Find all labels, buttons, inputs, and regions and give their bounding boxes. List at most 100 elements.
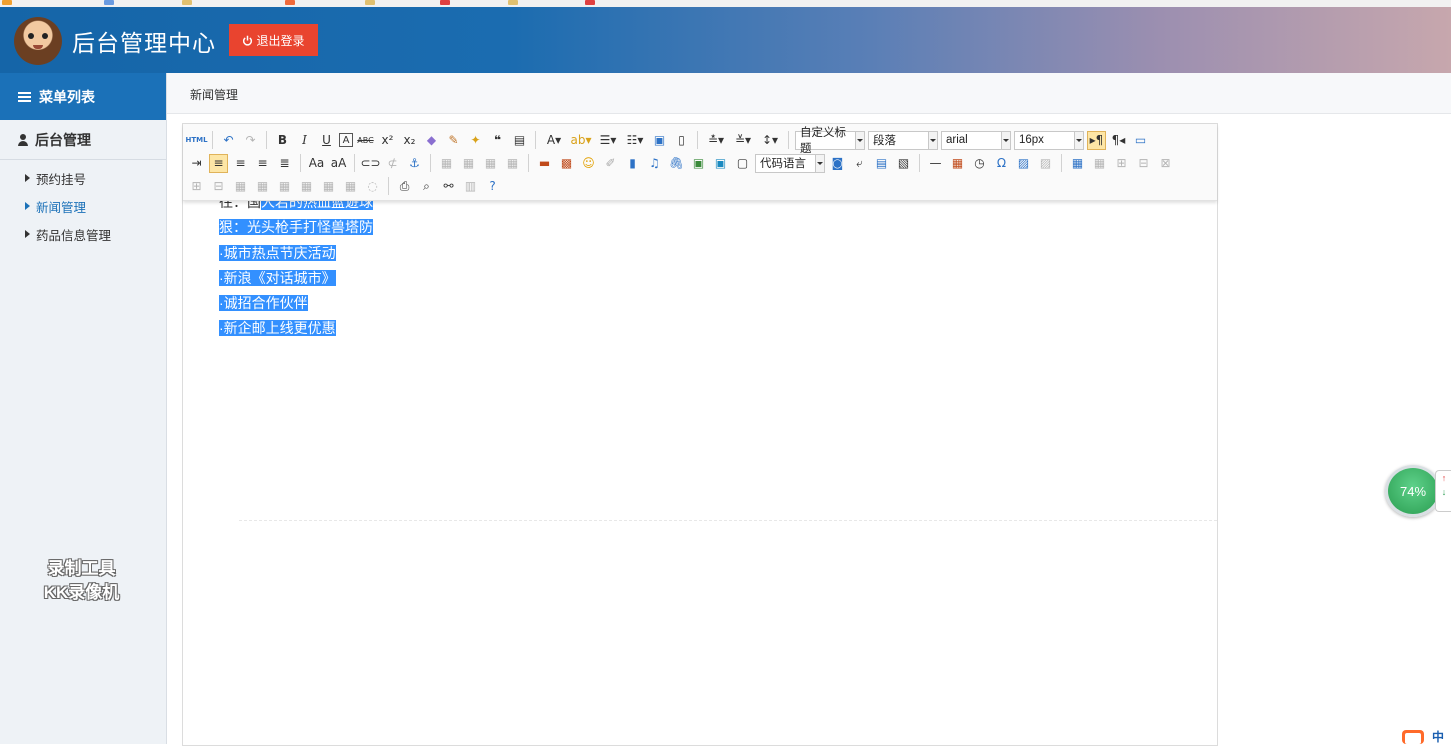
print-icon[interactable]: ⎙ [395, 177, 414, 196]
delete-row-icon[interactable]: ⊠ [1156, 154, 1175, 173]
search-replace-icon[interactable]: ⚯ [439, 177, 458, 196]
date-icon[interactable]: ▦ [948, 154, 967, 173]
image-center-icon[interactable]: ▦ [503, 154, 522, 173]
subscript-icon[interactable]: x₂ [400, 131, 419, 150]
source-html-button[interactable]: HTML [185, 131, 207, 150]
attachment-icon[interactable]: 🖇 [667, 154, 686, 173]
merge-right-icon[interactable]: ▦ [253, 177, 272, 196]
merge-cells-icon[interactable]: ▦ [231, 177, 250, 196]
insert-frame-icon[interactable]: ▢ [733, 154, 752, 173]
snapscreen-icon[interactable]: ▨ [1036, 154, 1055, 173]
merge-down-icon[interactable]: ▦ [275, 177, 294, 196]
direction-rtl-icon[interactable]: ¶◂ [1109, 131, 1128, 150]
paragraph-select[interactable]: 段落 [868, 130, 938, 150]
redo-icon[interactable]: ↷ [241, 131, 260, 150]
line-height-icon[interactable]: ↕▾ [758, 131, 782, 150]
admin-section-header[interactable]: 后台管理 [0, 120, 166, 160]
format-painter-icon[interactable]: ✎ [444, 131, 463, 150]
sidebar-item-news[interactable]: 新闻管理 [0, 192, 166, 220]
font-size-select[interactable]: 16px [1014, 130, 1084, 150]
direction-ltr-icon[interactable]: ▸¶ [1087, 130, 1106, 150]
list-icon [18, 91, 31, 102]
sidebar-item-appointment[interactable]: 预约挂号 [0, 164, 166, 192]
insert-paragraph-before-table-icon[interactable]: ⊞ [1112, 154, 1131, 173]
image-left-icon[interactable]: ▦ [459, 154, 478, 173]
insert-image-icon[interactable]: ▩ [557, 154, 576, 173]
delete-col-icon[interactable]: ⊟ [209, 177, 228, 196]
font-border-icon[interactable]: A [339, 133, 353, 147]
toolbar-separator [919, 154, 920, 172]
row-spacing-bottom-icon[interactable]: ≚▾ [731, 131, 755, 150]
sidebar-item-drugs[interactable]: 药品信息管理 [0, 220, 166, 248]
preview-icon[interactable]: ⌕ [417, 177, 436, 196]
align-center-icon[interactable]: ≡ [231, 154, 250, 173]
underline-icon[interactable]: U [317, 131, 336, 150]
undo-icon[interactable]: ↶ [219, 131, 238, 150]
special-chars-icon[interactable]: Ω [992, 154, 1011, 173]
music-icon[interactable]: ♫ [645, 154, 664, 173]
insert-col-icon[interactable]: ⊞ [187, 177, 206, 196]
align-left-icon[interactable]: ≡ [209, 153, 228, 173]
uppercase-icon[interactable]: Aa [307, 154, 326, 173]
fullscreen-icon[interactable]: ▭ [1131, 131, 1150, 150]
image-right-icon[interactable]: ▦ [481, 154, 500, 173]
unordered-list-icon[interactable]: ☷▾ [623, 131, 647, 150]
page-break-icon[interactable]: ⤶ [850, 154, 869, 173]
time-icon[interactable]: ◷ [970, 154, 989, 173]
clear-doc-icon[interactable]: ▯ [672, 131, 691, 150]
arrow-up-icon: ↑ [1441, 473, 1447, 483]
eraser-icon[interactable]: ◆ [422, 131, 441, 150]
select-all-icon[interactable]: ▣ [650, 131, 669, 150]
blockquote-icon[interactable]: ❝ [488, 131, 507, 150]
superscript-icon[interactable]: x² [378, 131, 397, 150]
emotion-icon[interactable]: ☺ [579, 154, 598, 173]
editor-content-area[interactable]: 往：国人若的热血篮遊球 狠：光头枪手打怪兽塔防 ·城市热点节庆活动 ·新浪《对话… [219, 190, 1199, 342]
split-to-rows-icon[interactable]: ▦ [319, 177, 338, 196]
draft-icon[interactable]: ▥ [461, 177, 480, 196]
font-color-icon[interactable]: A▾ [542, 131, 566, 150]
code-language-select[interactable]: 代码语言 [755, 153, 825, 173]
template-icon[interactable]: ◙ [828, 154, 847, 173]
auto-format-icon[interactable]: ✦ [466, 131, 485, 150]
unlink-icon[interactable]: ⊄ [383, 154, 402, 173]
italic-icon[interactable]: I [295, 131, 314, 150]
speed-badge-arrows[interactable]: ↑ ↓ [1435, 470, 1451, 512]
paste-plain-icon[interactable]: ▤ [510, 131, 529, 150]
font-family-select[interactable]: arial [941, 130, 1011, 150]
custom-heading-select[interactable]: 自定义标题 [795, 127, 865, 155]
logout-button[interactable]: 退出登录 [229, 24, 318, 56]
insert-video-icon[interactable]: ▮ [623, 154, 642, 173]
menu-list-header[interactable]: 菜单列表 [0, 73, 166, 120]
align-right-icon[interactable]: ≡ [253, 154, 272, 173]
lowercase-icon[interactable]: aA [329, 154, 348, 173]
image-none-icon[interactable]: ▦ [437, 154, 456, 173]
anchor-icon[interactable]: ⚓ [405, 154, 424, 173]
editor-line-5: ·诚招合作伙伴 [219, 291, 1199, 316]
pagebreak-icon[interactable]: ▧ [894, 154, 913, 173]
ordered-list-icon[interactable]: ☰▾ [596, 131, 620, 150]
link-icon[interactable]: ⊂⊃ [360, 154, 380, 173]
horizontal-rule-icon[interactable]: — [926, 154, 945, 173]
scrawl-icon[interactable]: ✐ [601, 154, 620, 173]
row-spacing-top-icon[interactable]: ≛▾ [704, 131, 728, 150]
background-icon[interactable]: ▤ [872, 154, 891, 173]
split-to-cols-icon[interactable]: ▦ [341, 177, 360, 196]
speed-badge[interactable]: 74% [1385, 465, 1441, 517]
help-icon[interactable]: ? [483, 177, 502, 196]
delete-table-icon[interactable]: ▦ [1090, 154, 1109, 173]
align-justify-icon[interactable]: ≣ [275, 154, 294, 173]
indent-icon[interactable]: ⇥ [187, 154, 206, 173]
bold-icon[interactable]: B [273, 131, 292, 150]
selected-text: ·新浪《对话城市》 [219, 269, 336, 286]
gmap-icon[interactable]: ▣ [711, 154, 730, 173]
strikethrough-icon[interactable]: ABC [356, 131, 375, 150]
split-to-cells-icon[interactable]: ▦ [297, 177, 316, 196]
background-color-icon[interactable]: ab▾ [569, 131, 593, 150]
chart-icon[interactable]: ◌ [363, 177, 382, 196]
insert-table-icon[interactable]: ▦ [1068, 154, 1087, 173]
simple-upload-icon[interactable]: ▬ [535, 154, 554, 173]
wordimage-icon[interactable]: ▨ [1014, 154, 1033, 173]
insert-row-icon[interactable]: ⊟ [1134, 154, 1153, 173]
ime-logo[interactable]: 中 [1402, 728, 1451, 744]
map-icon[interactable]: ▣ [689, 154, 708, 173]
